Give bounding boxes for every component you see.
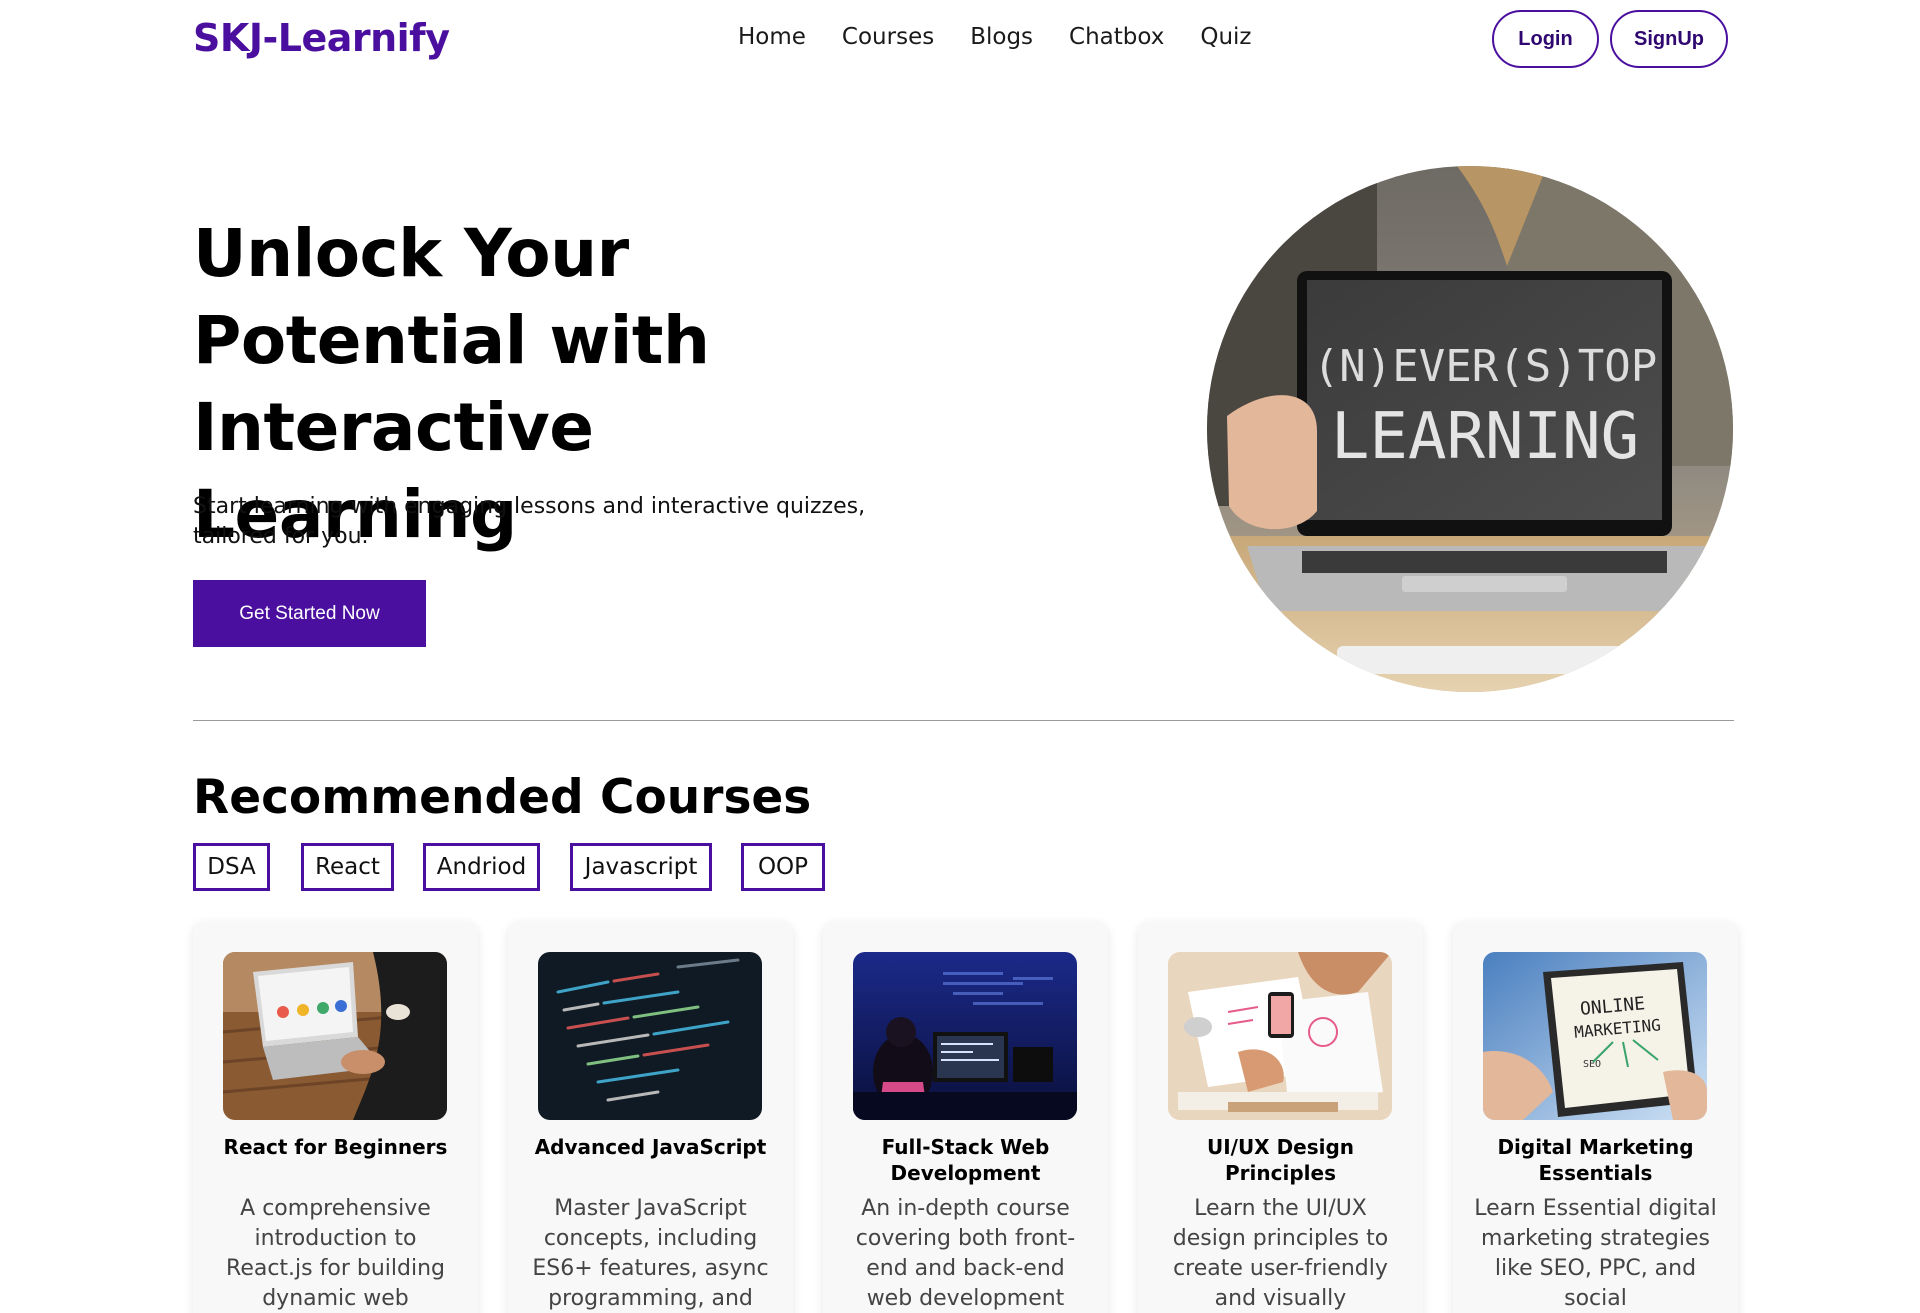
svg-text:LEARNING: LEARNING	[1331, 400, 1639, 474]
chip-react[interactable]: React	[301, 843, 394, 891]
section-divider	[193, 720, 1734, 721]
code-screen-photo	[538, 952, 762, 1120]
course-title: UI/UX Design Principles	[1206, 1135, 1355, 1185]
course-card-react[interactable]: React for Beginners A comprehensive intr…	[193, 922, 478, 1313]
course-image: ONLINE MARKETING SEO	[1483, 952, 1707, 1120]
course-image	[1168, 952, 1392, 1120]
course-description: Master JavaScript concepts, including ES…	[532, 1196, 769, 1311]
chip-oop[interactable]: OOP	[741, 843, 825, 891]
course-card-uiux[interactable]: UI/UX Design Principles Learn the UI/UX …	[1138, 922, 1423, 1313]
brand-logo[interactable]: SKJ-Learnify	[193, 16, 450, 60]
laptop-workspace-photo	[223, 952, 447, 1120]
hero-subtitle: Start learning with engaging lessons and…	[193, 494, 866, 549]
hero-image: (N)EVER(S)TOP LEARNING	[1207, 166, 1733, 692]
course-description: An in-depth course covering both front-e…	[855, 1196, 1076, 1311]
svg-text:(N)EVER(S)TOP: (N)EVER(S)TOP	[1313, 341, 1657, 392]
course-image	[538, 952, 762, 1120]
course-title: Full-Stack Web Development	[881, 1135, 1050, 1185]
navbar: SKJ-Learnify Home Courses Blogs Chatbox …	[0, 0, 1920, 80]
svg-text:SEO: SEO	[1583, 1059, 1601, 1070]
course-card-digital-marketing[interactable]: ONLINE MARKETING SEO Digital Marketing E…	[1453, 922, 1738, 1313]
login-button[interactable]: Login	[1492, 10, 1599, 68]
design-sketch-photo	[1168, 952, 1392, 1120]
chip-dsa[interactable]: DSA	[193, 843, 270, 891]
nav-blogs[interactable]: Blogs	[970, 24, 1033, 50]
page: SKJ-Learnify Home Courses Blogs Chatbox …	[0, 0, 1920, 1313]
course-card-full-stack[interactable]: Full-Stack Web Development An in-depth c…	[823, 922, 1108, 1313]
course-title: React for Beginners	[223, 1135, 448, 1159]
developer-desk-photo	[853, 952, 1077, 1120]
recommended-title: Recommended Courses	[193, 770, 812, 825]
chip-javascript[interactable]: Javascript	[570, 843, 712, 891]
online-marketing-tablet-photo: ONLINE MARKETING SEO	[1483, 952, 1707, 1120]
nav-chatbox[interactable]: Chatbox	[1069, 24, 1164, 50]
nav-quiz[interactable]: Quiz	[1200, 24, 1251, 50]
course-title: Digital Marketing Essentials	[1497, 1135, 1694, 1185]
course-description: Learn the UI/UX design principles to cre…	[1172, 1196, 1389, 1311]
nav-home[interactable]: Home	[738, 24, 806, 50]
nav-courses[interactable]: Courses	[842, 24, 934, 50]
course-title: Advanced JavaScript	[534, 1135, 767, 1159]
chip-android[interactable]: Andriod	[423, 843, 540, 891]
course-card-advanced-javascript[interactable]: Advanced JavaScript Master JavaScript co…	[508, 922, 793, 1313]
course-description: A comprehensive introduction to React.js…	[226, 1196, 445, 1311]
course-image	[223, 952, 447, 1120]
never-stop-learning-laptop-photo: (N)EVER(S)TOP LEARNING	[1207, 166, 1733, 692]
nav-links: Home Courses Blogs Chatbox Quiz	[738, 24, 1288, 50]
get-started-button[interactable]: Get Started Now	[193, 580, 426, 647]
course-description: Learn Essential digital marketing strate…	[1474, 1196, 1717, 1311]
signup-button[interactable]: SignUp	[1610, 10, 1728, 68]
course-image	[853, 952, 1077, 1120]
